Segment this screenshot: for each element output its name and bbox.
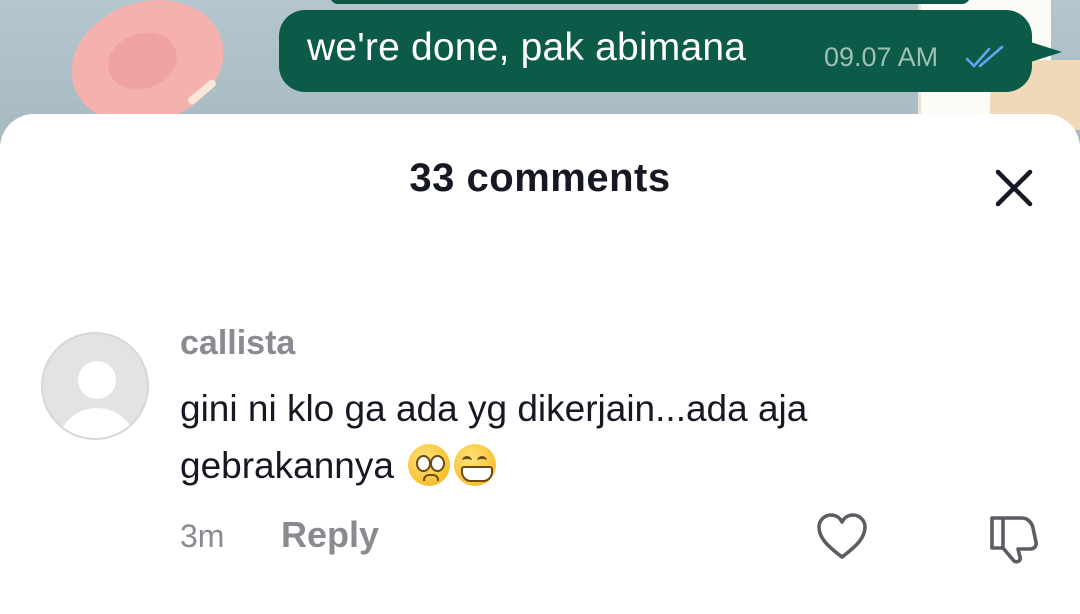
avatar[interactable] bbox=[41, 332, 149, 440]
reply-button[interactable]: Reply bbox=[281, 514, 379, 556]
pleading-face-emoji bbox=[408, 444, 451, 486]
comment-body: gini ni klo ga ada yg dikerjain...ada aj… bbox=[180, 380, 940, 494]
background-bubble-edge bbox=[330, 0, 970, 4]
chat-message-time: 09.07 AM bbox=[824, 42, 939, 72]
heart-icon[interactable] bbox=[816, 512, 868, 562]
avatar-body bbox=[57, 408, 137, 438]
close-icon[interactable] bbox=[990, 164, 1038, 212]
comment-time: 3m bbox=[180, 518, 225, 554]
comment-username[interactable]: callista bbox=[180, 324, 295, 363]
comments-sheet: 33 comments callista gini ni klo ga ada … bbox=[0, 114, 1080, 614]
comment-item: callista gini ni klo ga ada yg dikerjain… bbox=[0, 304, 1080, 614]
chat-bubble: we're done, pak abimana 09.07 AM bbox=[279, 10, 1032, 92]
comments-count-title: 33 comments bbox=[409, 156, 671, 200]
double-check-icon bbox=[965, 45, 1004, 68]
avatar-head bbox=[78, 361, 116, 399]
grinning-face-emoji bbox=[454, 444, 497, 486]
chat-message-text: we're done, pak abimana bbox=[307, 26, 747, 69]
thumbs-down-icon[interactable] bbox=[988, 510, 1042, 564]
